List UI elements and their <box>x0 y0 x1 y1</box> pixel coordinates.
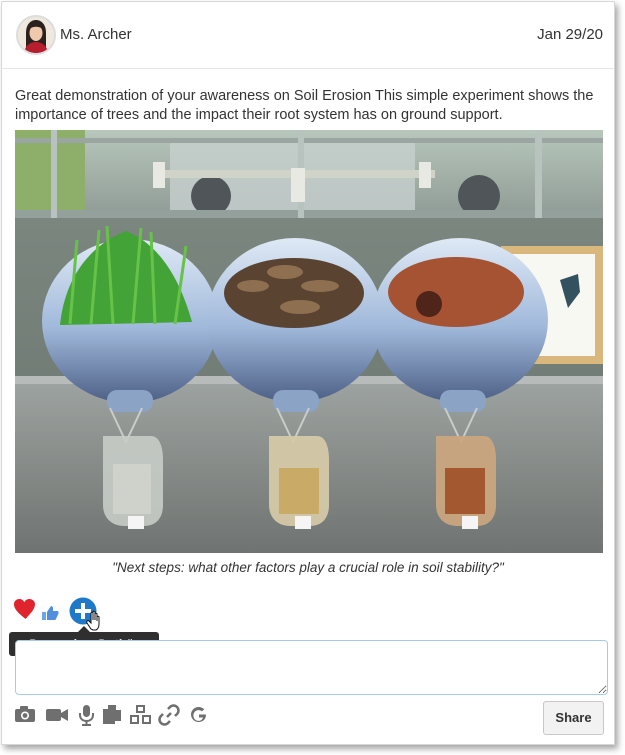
photo-caption: "Next steps: what other factors play a c… <box>112 560 504 575</box>
copy-icon[interactable] <box>102 704 122 731</box>
post-description: Great demonstration of your awareness on… <box>15 88 594 123</box>
attachment-toolbar <box>14 704 254 728</box>
video-icon[interactable] <box>45 704 70 729</box>
blocks-icon[interactable] <box>129 704 153 731</box>
post-card: Ms. Archer Jan 29/20 Great demonstration… <box>1 1 615 745</box>
thumbs-up-icon[interactable] <box>41 605 59 626</box>
google-icon[interactable] <box>188 704 209 730</box>
share-button[interactable]: Share <box>543 701 604 735</box>
post-date: Jan 29/20 <box>537 26 603 43</box>
avatar[interactable] <box>16 15 56 55</box>
comment-input[interactable] <box>15 640 608 695</box>
post-header: Ms. Archer Jan 29/20 <box>2 2 614 69</box>
reaction-bar <box>13 596 213 631</box>
microphone-icon[interactable] <box>78 704 95 731</box>
post-photo[interactable] <box>15 130 603 553</box>
camera-icon[interactable] <box>14 704 36 729</box>
author-name: Ms. Archer <box>60 26 132 43</box>
link-icon[interactable] <box>158 704 180 731</box>
heart-icon[interactable] <box>13 598 38 625</box>
